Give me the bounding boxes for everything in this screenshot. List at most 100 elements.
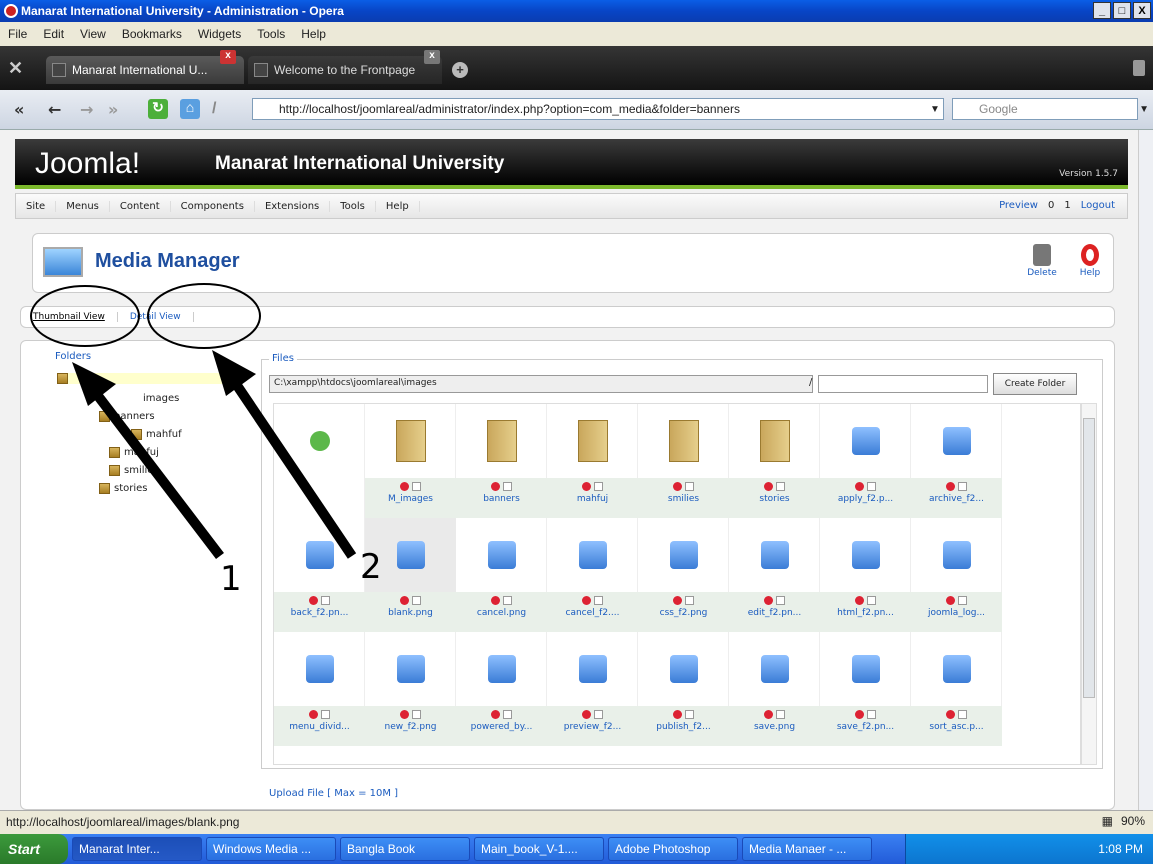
admin-menu-content[interactable]: Content [110, 200, 171, 212]
select-checkbox[interactable] [685, 710, 694, 719]
delete-icon[interactable] [946, 596, 955, 605]
file-thumbnail[interactable] [729, 518, 820, 592]
tab-close-icon[interactable]: x [424, 50, 440, 64]
file-thumbnail[interactable] [365, 632, 456, 706]
file-item[interactable]: joomla_log... [911, 518, 1002, 632]
select-checkbox[interactable] [867, 482, 876, 491]
file-thumbnail[interactable] [911, 404, 1002, 478]
file-item[interactable] [274, 404, 365, 518]
file-name[interactable]: sort_asc.p... [911, 722, 1002, 732]
trash-icon[interactable] [1133, 60, 1145, 76]
delete-icon[interactable] [946, 710, 955, 719]
file-item[interactable]: cancel_f2.... [547, 518, 638, 632]
select-checkbox[interactable] [503, 596, 512, 605]
search-input[interactable]: Google [952, 98, 1138, 120]
back-icon[interactable]: ← [48, 100, 61, 119]
file-item[interactable]: save_f2.pn... [820, 632, 911, 746]
select-checkbox[interactable] [321, 596, 330, 605]
menu-edit[interactable]: Edit [35, 27, 72, 41]
scroll-down-icon[interactable]: ▼ [1139, 104, 1149, 115]
create-folder-button[interactable]: Create Folder [993, 373, 1077, 395]
delete-icon[interactable] [491, 596, 500, 605]
file-thumbnail[interactable] [365, 404, 456, 478]
file-thumbnail[interactable] [911, 518, 1002, 592]
file-item[interactable]: smilies [638, 404, 729, 518]
file-thumbnail[interactable] [274, 404, 365, 478]
file-item[interactable]: new_f2.png [365, 632, 456, 746]
delete-icon[interactable] [400, 710, 409, 719]
select-checkbox[interactable] [412, 482, 421, 491]
file-item[interactable]: stories [729, 404, 820, 518]
minimize-button[interactable]: _ [1093, 2, 1111, 19]
task-bangla-book[interactable]: Bangla Book [340, 837, 470, 861]
admin-menu-components[interactable]: Components [171, 200, 255, 212]
file-item[interactable]: apply_f2.p... [820, 404, 911, 518]
file-item[interactable]: menu_divid... [274, 632, 365, 746]
tree-root[interactable] [57, 373, 237, 384]
file-name[interactable]: archive_f2... [911, 494, 1002, 504]
delete-icon[interactable] [582, 482, 591, 491]
file-name[interactable]: mahfuj [547, 494, 638, 504]
start-button[interactable]: Start [0, 834, 68, 864]
dropdown-icon[interactable]: ▼ [930, 104, 940, 115]
file-item[interactable]: css_f2.png [638, 518, 729, 632]
delete-icon[interactable] [855, 596, 864, 605]
admin-menu-help[interactable]: Help [376, 200, 420, 212]
menu-file[interactable]: File [0, 27, 35, 41]
reload-icon[interactable]: ↻ [148, 99, 168, 119]
select-checkbox[interactable] [685, 596, 694, 605]
speed-dial-icon[interactable]: ▦ [1102, 814, 1113, 828]
select-checkbox[interactable] [776, 482, 785, 491]
select-checkbox[interactable] [776, 710, 785, 719]
file-name[interactable]: cancel.png [456, 608, 547, 618]
scrollbar-thumb[interactable] [1083, 418, 1095, 698]
file-item[interactable]: mahfuj [547, 404, 638, 518]
fast-forward-icon[interactable]: » [108, 100, 118, 119]
home-icon[interactable]: ⌂ [180, 99, 200, 119]
forward-icon[interactable]: → [80, 100, 93, 119]
file-item[interactable]: publish_f2... [638, 632, 729, 746]
delete-icon[interactable] [855, 710, 864, 719]
file-name[interactable]: save.png [729, 722, 820, 732]
select-checkbox[interactable] [958, 482, 967, 491]
admin-menu-extensions[interactable]: Extensions [255, 200, 331, 212]
file-name[interactable]: stories [729, 494, 820, 504]
delete-icon[interactable] [673, 482, 682, 491]
file-thumbnail[interactable] [456, 632, 547, 706]
tree-smilies[interactable]: smilies [109, 465, 159, 476]
admin-menu-menus[interactable]: Menus [56, 200, 110, 212]
help-button[interactable]: Help [1073, 244, 1107, 278]
file-thumbnail[interactable] [729, 404, 820, 478]
tree-mahfuf[interactable]: mahfuf [131, 429, 182, 440]
select-checkbox[interactable] [321, 710, 330, 719]
delete-icon[interactable] [400, 482, 409, 491]
rewind-icon[interactable]: « [14, 100, 24, 119]
edit-icon[interactable]: / [212, 100, 216, 118]
delete-icon[interactable] [582, 596, 591, 605]
select-checkbox[interactable] [503, 710, 512, 719]
tree-mahfuj[interactable]: mahfuj [109, 447, 159, 458]
delete-icon[interactable] [764, 710, 773, 719]
select-checkbox[interactable] [867, 710, 876, 719]
tab-thumbnail-view[interactable]: Thumbnail View [21, 312, 117, 322]
select-checkbox[interactable] [503, 482, 512, 491]
menu-widgets[interactable]: Widgets [190, 27, 249, 41]
tab-frontpage[interactable]: Welcome to the Frontpage x [248, 50, 442, 84]
file-thumbnail[interactable] [274, 518, 365, 592]
page-scrollbar[interactable] [1138, 130, 1153, 810]
tab-detail-view[interactable]: Detail View [116, 312, 194, 322]
select-checkbox[interactable] [867, 596, 876, 605]
file-name[interactable]: save_f2.pn... [820, 722, 911, 732]
close-button[interactable]: X [1133, 2, 1151, 19]
file-name[interactable]: back_f2.pn... [274, 608, 365, 618]
file-thumbnail[interactable] [456, 518, 547, 592]
tab-manarat[interactable]: Manarat International U... x [46, 50, 244, 84]
task-photoshop[interactable]: Adobe Photoshop [608, 837, 738, 861]
menu-bookmarks[interactable]: Bookmarks [114, 27, 190, 41]
file-item[interactable]: archive_f2... [911, 404, 1002, 518]
tree-banners[interactable]: banners [99, 411, 155, 422]
menu-help[interactable]: Help [293, 27, 334, 41]
file-name[interactable]: banners [456, 494, 547, 504]
file-thumbnail[interactable] [547, 404, 638, 478]
admin-menu-site[interactable]: Site [16, 200, 57, 212]
